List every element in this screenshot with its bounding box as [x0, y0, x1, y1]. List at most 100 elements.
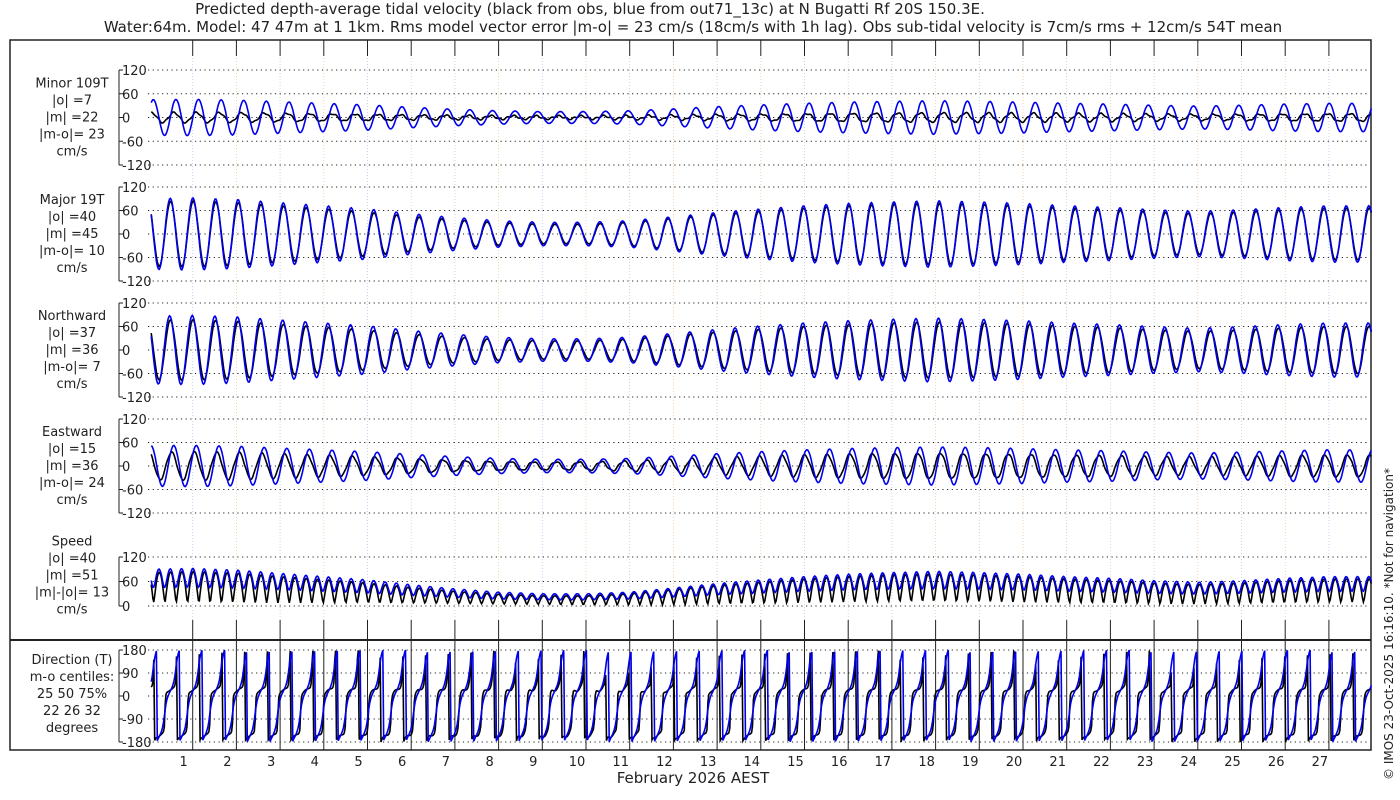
x-tick-label: 24: [1181, 755, 1198, 770]
x-tick-label: 7: [442, 755, 450, 770]
panel-label-line: Direction (T): [32, 653, 113, 668]
panel-label-line: |m|-|o|= 13: [35, 586, 109, 601]
x-tick-label: 20: [1006, 755, 1023, 770]
x-tick-label: 26: [1268, 755, 1285, 770]
panel-label-line: cm/s: [57, 261, 88, 276]
panel-label-line: |m| =45: [46, 227, 99, 242]
y-tick-label: 0: [122, 228, 130, 243]
chart-title: Predicted depth-average tidal velocity (…: [195, 0, 985, 19]
x-tick-label: 15: [787, 755, 804, 770]
x-tick-label: 25: [1224, 755, 1241, 770]
panel-label-line: |m-o|= 24: [39, 476, 105, 491]
panel-label-line: 25 50 75%: [37, 687, 107, 702]
y-tick-label: 60: [122, 576, 139, 591]
y-tick-label: 120: [122, 413, 147, 428]
panel-label-line: |m| =36: [46, 343, 99, 358]
panel-north: Northward |o| =37 |m| =36 |m-o|= 7 cm/s 120 60…: [38, 297, 1373, 406]
panel-label-line: cm/s: [57, 603, 88, 618]
x-tick-label: 17: [875, 755, 892, 770]
plot-frame: [9, 39, 1372, 751]
panel-label-line: |o| =37: [48, 326, 96, 341]
x-tick-label: 5: [354, 755, 362, 770]
y-tick-label: 0: [122, 112, 130, 127]
panel-label-line: m-o centiles:: [30, 670, 115, 685]
model-series-line: [150, 314, 1373, 386]
panel-label-line: Major 19T: [40, 193, 105, 208]
y-tick-label: 60: [122, 321, 139, 336]
x-tick-label: 10: [569, 755, 586, 770]
y-tick-label: -120: [122, 391, 152, 406]
y-tick-label: -60: [122, 252, 143, 267]
panel-label-line: |m| =51: [46, 569, 99, 584]
x-tick-label: 4: [311, 755, 319, 770]
panel-label-line: |m-o|= 23: [39, 128, 105, 143]
panel-speed: Speed |o| =40 |m| =51 |m|-|o|= 13 cm/s 120 60 0: [35, 535, 1373, 618]
panel-label-line: cm/s: [57, 377, 88, 392]
x-tick-label: 23: [1137, 755, 1154, 770]
y-tick-label: -60: [122, 368, 143, 383]
panel-label-line: |m-o|= 7: [43, 360, 101, 375]
y-tick-label: 0: [122, 690, 130, 705]
x-tick-label: 22: [1093, 755, 1110, 770]
y-tick-label: 60: [122, 88, 139, 103]
model-series-line: [150, 98, 1373, 137]
y-tick-label: -90: [122, 713, 143, 728]
panel-label-line: Speed: [52, 535, 93, 550]
x-tick-label: 8: [485, 755, 493, 770]
panel-label-line: cm/s: [57, 493, 88, 508]
x-tick-label: 21: [1049, 755, 1066, 770]
x-tick-label: 2: [223, 755, 231, 770]
y-tick-label: 120: [122, 181, 147, 196]
panel-label-line: |o| =40: [48, 210, 96, 225]
panel-label-line: |o| =40: [48, 552, 96, 567]
panel-label-line: |m| =22: [46, 111, 99, 126]
x-tick-label: 6: [398, 755, 406, 770]
chart-subtitle: Water:64m. Model: 47 47m at 1 1km. Rms m…: [104, 18, 1282, 36]
x-tick-label: 18: [918, 755, 935, 770]
x-tick-label: 13: [700, 755, 717, 770]
y-tick-label: 60: [122, 205, 139, 220]
panel-label-line: |o| =7: [52, 94, 92, 109]
y-tick-label: 120: [122, 64, 147, 79]
panel-minor: Minor 109T |o| =7 |m| =22 |m-o|= 23 cm/s 120 6…: [35, 64, 1373, 174]
panel-major: Major 19T |o| =40 |m| =45 |m-o|= 10 cm/s 120 6…: [39, 181, 1373, 290]
y-tick-label: -120: [122, 507, 152, 522]
y-tick-label: 0: [122, 460, 130, 475]
y-tick-label: 180: [122, 644, 147, 659]
y-tick-label: 0: [122, 600, 130, 615]
panel-label-line: |o| =15: [48, 442, 96, 457]
model-series-line: [150, 444, 1372, 488]
x-tick-label: 19: [962, 755, 979, 770]
y-tick-label: 120: [122, 551, 147, 566]
y-tick-label: -120: [122, 159, 152, 174]
x-tick-label: 1: [180, 755, 188, 770]
y-tick-label: 120: [122, 297, 147, 312]
x-tick-label: 11: [612, 755, 629, 770]
y-tick-label: -60: [122, 135, 143, 150]
panel-label-line: 22 26 32: [43, 704, 101, 719]
x-tick-label: 3: [267, 755, 275, 770]
panel-label-line: Minor 109T: [35, 77, 108, 92]
x-tick-label: 14: [744, 755, 761, 770]
panel-label-line: |m| =36: [46, 459, 99, 474]
panel-label-line: |m-o|= 10: [39, 244, 105, 259]
chart-svg: Predicted depth-average tidal velocity (…: [9, 0, 1396, 787]
x-tick-label: 16: [831, 755, 848, 770]
panel-label-line: Eastward: [42, 425, 102, 440]
y-tick-label: -60: [122, 484, 143, 499]
x-axis-label: February 2026 AEST: [617, 769, 770, 787]
y-tick-label: -120: [122, 275, 152, 290]
x-tick-label: 9: [529, 755, 537, 770]
panel-dir: Direction (T) m-o centiles: 25 50 75% 22 26…: [30, 644, 1373, 751]
panel-label-line: Northward: [38, 309, 106, 324]
panel-label-line: cm/s: [57, 145, 88, 160]
y-tick-label: 0: [122, 344, 130, 359]
x-tick-label: 12: [656, 755, 673, 770]
tidal-velocity-chart: Predicted depth-average tidal velocity (…: [0, 0, 1400, 800]
model-series-line: [150, 197, 1373, 271]
x-tick-label: 27: [1312, 755, 1329, 770]
panel-label-line: degrees: [46, 721, 99, 736]
y-tick-label: -180: [122, 736, 152, 751]
panel-east: Eastward |o| =15 |m| =36 |m-o|= 24 cm/s 120 60…: [39, 413, 1372, 522]
y-tick-label: 90: [122, 667, 139, 682]
